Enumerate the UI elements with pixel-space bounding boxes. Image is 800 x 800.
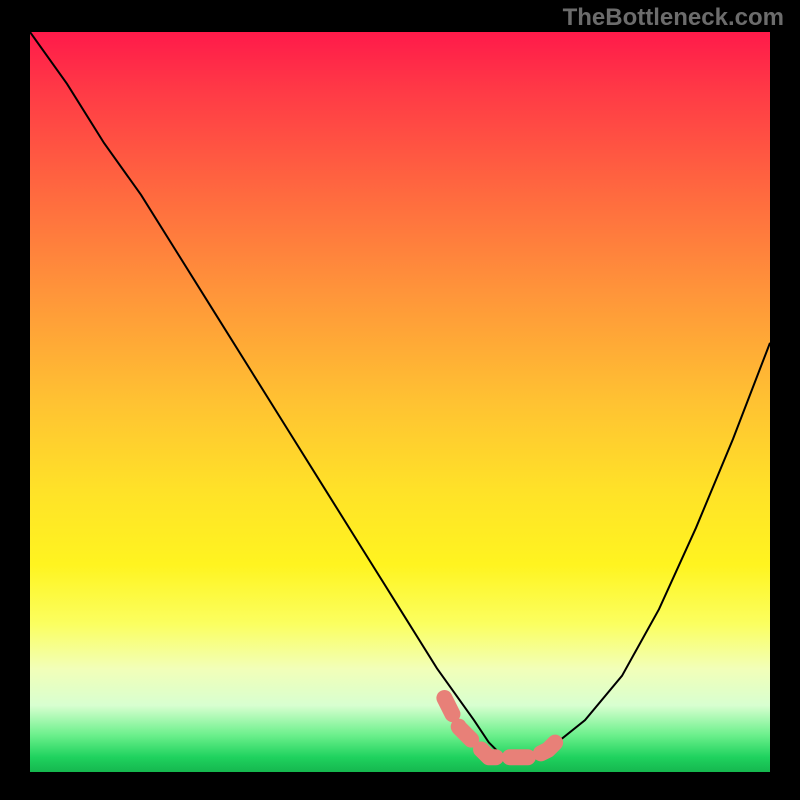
plot-area: [30, 32, 770, 772]
chart-container: TheBottleneck.com: [0, 0, 800, 800]
curve-svg: [30, 32, 770, 772]
curve-path: [30, 32, 770, 757]
watermark-text: TheBottleneck.com: [563, 4, 784, 32]
